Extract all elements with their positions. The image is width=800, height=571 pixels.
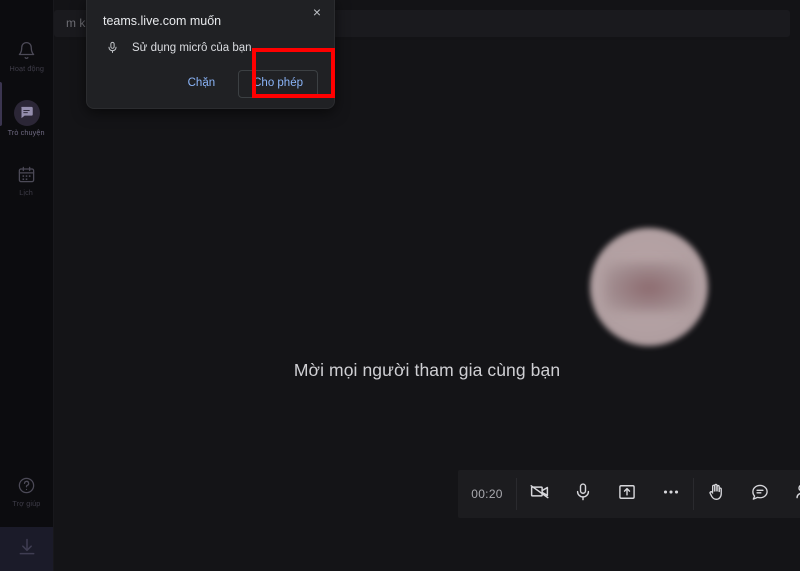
invite-people-message: Mời mọi người tham gia cùng bạn: [293, 360, 561, 380]
permission-request-text: Sử dụng micrô của bạn: [132, 41, 252, 54]
microphone-permission-dialog: × teams.live.com muốn Sử dụng micrô của …: [86, 0, 335, 109]
microphone-button[interactable]: [561, 470, 605, 518]
block-button[interactable]: Chặn: [173, 70, 231, 98]
bell-icon: [16, 40, 38, 62]
secondary-controls-group: [694, 470, 800, 518]
sidebar-item-label: Hoạt động: [9, 63, 44, 73]
microphone-icon: [105, 41, 119, 54]
calendar-icon: [16, 164, 38, 186]
share-screen-button[interactable]: [605, 470, 649, 518]
microphone-icon: [573, 482, 593, 507]
sidebar-item-help[interactable]: Trợ giúp: [0, 465, 53, 517]
sidebar-item-label: Trợ giúp: [12, 498, 41, 508]
call-timer: 00:20: [471, 487, 503, 501]
raise-hand-icon: [706, 482, 726, 507]
meeting-stage: Mời mọi người tham gia cùng bạn 00:20: [54, 40, 800, 571]
raise-hand-button[interactable]: [694, 470, 738, 518]
chat-icon: [13, 99, 40, 126]
camera-off-icon: [529, 481, 550, 507]
sidebar-item-label: Trò chuyện: [7, 127, 46, 137]
sidebar-item-label: Lịch: [19, 187, 34, 197]
camera-off-button[interactable]: [517, 470, 561, 518]
more-options-button[interactable]: [649, 470, 693, 518]
primary-controls-group: [517, 470, 693, 518]
left-navigation-rail: Hoạt động Trò chuyện Lịch Trợ giúp: [0, 0, 54, 571]
download-app-button[interactable]: [0, 527, 53, 571]
question-circle-icon: [16, 475, 38, 497]
avatar-blur-overlay: [604, 262, 694, 312]
people-icon: [794, 481, 800, 507]
download-icon: [17, 537, 37, 562]
chat-bubble-icon: [750, 482, 770, 507]
permission-request-row: Sử dụng micrô của bạn: [103, 41, 318, 54]
sidebar-item-activity[interactable]: Hoạt động: [0, 30, 53, 82]
participants-button[interactable]: [782, 470, 800, 518]
avatar: [590, 228, 708, 346]
close-icon[interactable]: ×: [308, 3, 326, 21]
permission-dialog-actions: Chặn Cho phép: [103, 70, 318, 98]
sidebar-item-calendar[interactable]: Lịch: [0, 154, 53, 206]
sidebar-item-chat[interactable]: Trò chuyện: [0, 92, 53, 144]
share-screen-icon: [617, 482, 637, 507]
call-control-toolbar: 00:20: [458, 470, 800, 518]
rail-bottom-group: Trợ giúp: [0, 465, 53, 571]
allow-button[interactable]: Cho phép: [238, 70, 318, 98]
ellipsis-icon: [660, 481, 682, 508]
rail-top-group: Hoạt động Trò chuyện Lịch: [0, 0, 53, 216]
permission-dialog-title: teams.live.com muốn: [103, 14, 222, 28]
meeting-chat-button[interactable]: [738, 470, 782, 518]
